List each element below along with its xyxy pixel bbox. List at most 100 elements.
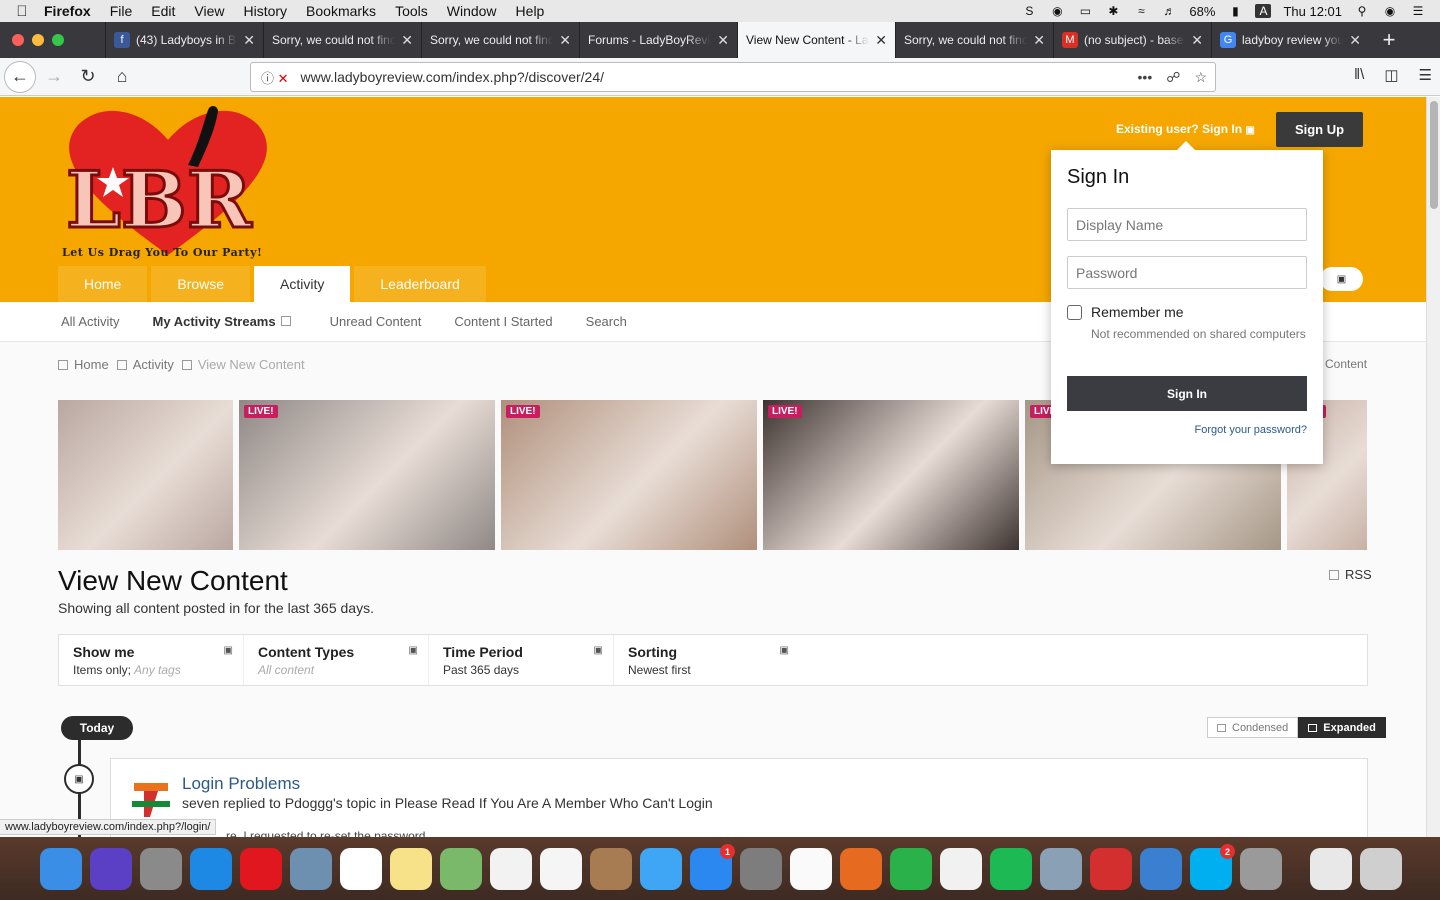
bookmark-star-icon[interactable]: ☆ (1194, 69, 1207, 86)
main-nav-browse[interactable]: Browse (151, 266, 251, 302)
menu-bookmarks[interactable]: Bookmarks (306, 3, 376, 19)
filter-sorting[interactable]: Sorting Newest first ▣ (614, 635, 799, 685)
close-tab-icon[interactable]: ✕ (401, 32, 413, 49)
browser-tab[interactable]: f (43) Ladyboys in Bangkok ✕ (105, 22, 263, 58)
remember-me-checkbox[interactable] (1067, 304, 1082, 320)
menu-app-name[interactable]: Firefox (44, 3, 91, 19)
display-name-input[interactable] (1067, 208, 1307, 241)
breadcrumb-home[interactable]: Home (58, 357, 109, 372)
messages-icon[interactable] (640, 848, 682, 890)
mail-icon[interactable] (1140, 848, 1182, 890)
header-search-button[interactable]: ▣ (1320, 267, 1363, 291)
sub-nav-item[interactable]: Content I Started (454, 314, 552, 329)
zoom-window-icon[interactable] (52, 34, 64, 46)
battery-icon[interactable]: ▮ (1227, 4, 1243, 18)
spotlight-icon[interactable]: ⚲ (1354, 4, 1370, 18)
expanded-view-button[interactable]: Expanded (1298, 717, 1386, 738)
main-nav-activity[interactable]: Activity (254, 266, 351, 302)
gallery-thumbnail[interactable]: LIVE! (763, 400, 1019, 550)
apple-icon[interactable]:  (0, 3, 44, 20)
close-tab-icon[interactable]: ✕ (1349, 32, 1361, 49)
back-button[interactable]: ← (4, 60, 36, 93)
documents-icon[interactable] (1310, 848, 1352, 890)
trash-icon[interactable] (1360, 848, 1402, 890)
firefox-icon[interactable] (840, 848, 882, 890)
spotify-icon[interactable] (990, 848, 1032, 890)
pocket-icon[interactable]: ☍ (1166, 69, 1180, 86)
image-capture-icon[interactable] (1040, 848, 1082, 890)
preview-icon[interactable] (290, 848, 332, 890)
skype-icon[interactable]: 2 (1190, 844, 1235, 890)
notification-center-icon[interactable]: ☰ (1410, 4, 1426, 18)
close-window-icon[interactable] (12, 34, 24, 46)
sub-nav-item[interactable]: My Activity Streams (153, 314, 297, 329)
condensed-view-button[interactable]: Condensed (1207, 717, 1299, 738)
gallery-thumbnail[interactable]: LIVE! (501, 400, 757, 550)
existing-user-signin-link[interactable]: Existing user? Sign In ▣ (1116, 122, 1255, 136)
activity-item-title[interactable]: Login Problems (182, 774, 300, 794)
filter-show-me[interactable]: Show me Items only; Any tags ▣ (59, 635, 244, 685)
clock[interactable]: Thu 12:01 (1283, 4, 1342, 19)
menu-history[interactable]: History (243, 3, 287, 19)
photos-icon[interactable] (540, 848, 582, 890)
input-source-badge[interactable]: A (1255, 4, 1272, 18)
skype-status-icon[interactable]: S (1021, 4, 1037, 18)
menu-window[interactable]: Window (447, 3, 497, 19)
sign-in-button[interactable]: Sign In (1067, 376, 1307, 411)
itunes-icon[interactable] (490, 848, 532, 890)
avatar[interactable] (128, 775, 174, 821)
close-tab-icon[interactable]: ✕ (1033, 32, 1045, 49)
remember-me-option[interactable]: Remember me (1067, 304, 1184, 320)
page-scrollbar[interactable] (1426, 97, 1440, 837)
chrome-icon[interactable] (940, 848, 982, 890)
filter-content-types[interactable]: Content Types All content ▣ (244, 635, 429, 685)
close-tab-icon[interactable]: ✕ (243, 32, 255, 49)
safari-icon[interactable] (190, 848, 232, 890)
sign-up-button[interactable]: Sign Up (1276, 112, 1363, 147)
hamburger-menu-icon[interactable]: ☰ (1419, 66, 1432, 84)
system-preferences-icon[interactable] (740, 848, 782, 890)
sub-nav-item[interactable]: Search (586, 314, 627, 329)
appstore-icon[interactable]: 1 (690, 844, 735, 890)
airplay-icon[interactable]: ▭ (1077, 4, 1093, 18)
browser-tab[interactable]: Gladyboy review your ✕ (1211, 22, 1369, 58)
scrollbar-thumb[interactable] (1430, 101, 1438, 209)
browser-tab[interactable]: View New Content - LadyBoyReview ✕ (737, 22, 895, 58)
bluetooth-icon[interactable]: ✱ (1105, 4, 1121, 18)
breadcrumb-activity[interactable]: Activity (116, 357, 174, 372)
sub-nav-item[interactable]: Unread Content (330, 314, 422, 329)
close-tab-icon[interactable]: ✕ (559, 32, 571, 49)
sync-status-icon[interactable]: ◉ (1049, 4, 1065, 18)
browser-tab[interactable]: M (no subject) - basement ✕ (1053, 22, 1211, 58)
gallery-thumbnail[interactable] (58, 400, 233, 550)
notes-icon[interactable] (390, 848, 432, 890)
volume-icon[interactable]: ♬ (1161, 4, 1177, 18)
close-tab-icon[interactable]: ✕ (1191, 32, 1203, 49)
forward-button[interactable]: → (38, 61, 70, 93)
main-nav-leaderboard[interactable]: Leaderboard (354, 266, 486, 302)
filter-time-period[interactable]: Time Period Past 365 days ▣ (429, 635, 614, 685)
maps-icon[interactable] (440, 848, 482, 890)
browser-tab[interactable]: Forums - LadyBoyReview ✕ (579, 22, 737, 58)
wifi-icon[interactable]: ≈ (1133, 4, 1149, 18)
opera-icon[interactable] (240, 848, 282, 890)
url-text[interactable]: www.ladyboyreview.com/index.php?/discove… (301, 69, 605, 85)
browser-tab[interactable]: Sorry, we could not find that! ✕ (421, 22, 579, 58)
main-nav-home[interactable]: Home (58, 266, 148, 302)
new-tab-button[interactable]: + (1369, 22, 1409, 58)
address-bar[interactable]: ⓘ ✕ www.ladyboyreview.com/index.php?/dis… (250, 62, 1216, 92)
site-logo[interactable]: LBR (58, 105, 278, 265)
launchpad-icon[interactable] (140, 848, 182, 890)
menu-edit[interactable]: Edit (151, 3, 175, 19)
password-input[interactable] (1067, 256, 1307, 289)
menu-help[interactable]: Help (516, 3, 545, 19)
close-tab-icon[interactable]: ✕ (717, 32, 729, 49)
close-tab-icon[interactable]: ✕ (875, 32, 887, 49)
finder-icon[interactable] (40, 848, 82, 890)
forgot-password-link[interactable]: Forgot your password? (1195, 424, 1308, 436)
home-button[interactable]: ⌂ (106, 61, 138, 93)
sub-nav-item[interactable]: All Activity (61, 314, 120, 329)
reminders-icon[interactable] (790, 848, 832, 890)
minimize-window-icon[interactable] (32, 34, 44, 46)
menu-view[interactable]: View (194, 3, 224, 19)
